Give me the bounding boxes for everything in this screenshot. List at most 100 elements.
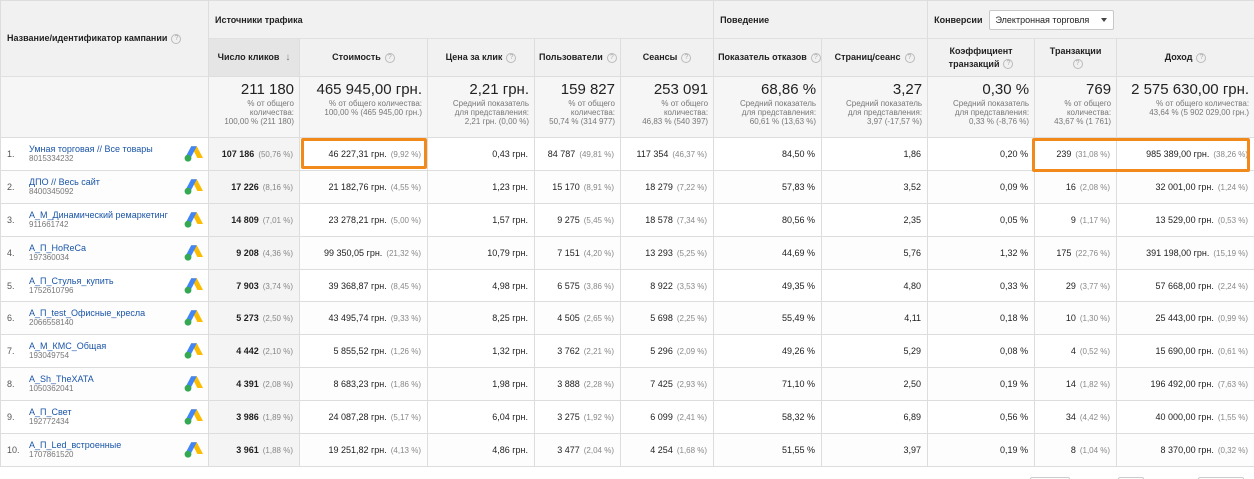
bounce-column-header[interactable]: Показатель отказов? xyxy=(713,38,823,77)
sessions-percent: (2,93 %) xyxy=(676,380,708,390)
table-row[interactable]: 10. А_П_Led_встроенные 1707861520 3 961 (1,8… xyxy=(0,433,1254,467)
users-value: 4 505 xyxy=(557,313,580,324)
summary-note: для представления: xyxy=(954,108,1030,117)
cost-value: 46 227,31 грн. xyxy=(328,148,387,159)
revenue-cell: 391 198,00 грн. (15,19 %) xyxy=(1116,235,1254,270)
revenue-column-header[interactable]: Доход? xyxy=(1116,38,1254,77)
users-value: 84 787 xyxy=(547,148,576,159)
table-row[interactable]: 6. А_П_test_Офисные_кресла 2066558140 5 273… xyxy=(0,301,1254,336)
pages-value: 2,35 xyxy=(903,214,922,225)
revenue-cell: 15 690,00 грн. (0,61 %) xyxy=(1116,334,1254,369)
clicks-value: 17 226 xyxy=(231,181,259,192)
conv-column-label-1: Коэффициент xyxy=(949,45,1013,56)
help-icon[interactable]: ? xyxy=(171,33,182,44)
revenue-cell: 40 000,00 грн. (1,55 %) xyxy=(1116,400,1254,435)
users-cell: 3 275 (1,92 %) xyxy=(534,400,621,435)
campaign-link[interactable]: Умная торговая // Все товары xyxy=(29,144,182,154)
campaign-id: 1752610796 xyxy=(29,285,74,295)
behavior-group: Поведение xyxy=(713,0,929,39)
cpc-cell: 4,86 грн. xyxy=(427,433,535,467)
help-icon[interactable]: ? xyxy=(606,52,617,63)
users-column-header[interactable]: Пользователи? xyxy=(534,38,621,77)
pages-value: 6,89 xyxy=(903,412,922,423)
summary-note: 50,74 % (314 977) xyxy=(549,117,615,126)
cost-column-header[interactable]: Стоимость? xyxy=(299,38,428,77)
summary-pages: 3,27 Средний показатель для представления:… xyxy=(821,76,929,138)
table-row[interactable]: 1. Умная торговая // Все товары 8015334232… xyxy=(0,137,1254,171)
sessions-cell: 6 099 (2,41 %) xyxy=(619,400,715,435)
help-icon[interactable]: ? xyxy=(384,52,395,63)
pages-column-header[interactable]: Страниц/сеанс? xyxy=(821,38,929,77)
summary-note: % от общего xyxy=(568,99,615,108)
clicks-percent: (8,16 %) xyxy=(262,182,293,192)
sessions-cell: 8 922 (3,53 %) xyxy=(619,268,715,303)
revenue-column-label: Доход xyxy=(1164,52,1193,62)
cost-value: 24 087,28 грн. xyxy=(328,412,387,423)
row-number: 8. xyxy=(7,379,15,390)
summary-cpc: 2,21 грн. Средний показатель для представл… xyxy=(427,76,535,138)
conv-cell: 0,19 % xyxy=(927,433,1036,467)
users-cell: 4 505 (2,65 %) xyxy=(534,301,621,336)
help-icon[interactable]: ? xyxy=(681,52,692,63)
table-row[interactable]: 7. А_М_КМС_Общая 193049754 4 442 (2,10 %) 5 8… xyxy=(0,334,1254,369)
table-row[interactable]: 4. А_П_HoReCa 197360034 9 208 (4,36 %) 99 350… xyxy=(0,235,1254,270)
help-icon[interactable]: ? xyxy=(506,52,517,63)
summary-note: 2,21 грн. (0,00 %) xyxy=(464,117,529,126)
sessions-percent: (3,53 %) xyxy=(676,281,708,291)
transactions-cell: 34 (4,42 %) xyxy=(1034,400,1118,435)
help-icon[interactable]: ? xyxy=(1072,59,1083,70)
table-row[interactable]: 5. А_П_Стулья_купить 1752610796 7 903 (3,74 … xyxy=(0,268,1254,303)
google-ads-icon xyxy=(184,244,203,261)
conv-column-header[interactable]: Коэффициент транзакций? xyxy=(927,38,1036,77)
help-icon[interactable]: ? xyxy=(810,52,821,63)
campaign-column-header[interactable]: Название/идентификатор кампании? xyxy=(0,0,209,77)
conv-value: 0,09 % xyxy=(1000,181,1029,192)
transactions-percent: (1,30 %) xyxy=(1079,314,1111,324)
campaign-link[interactable]: А_М_КМС_Общая xyxy=(29,341,182,351)
cost-value: 39 368,87 грн. xyxy=(328,280,387,291)
sessions-column-header[interactable]: Сеансы? xyxy=(619,38,715,77)
transactions-value: 8 xyxy=(1070,444,1076,455)
google-ads-icon xyxy=(184,146,203,162)
campaign-link[interactable]: А_П_test_Офисные_кресла xyxy=(29,308,182,318)
summary-note: для представления: xyxy=(741,108,817,117)
sort-down-arrow-icon[interactable]: ↓ xyxy=(285,52,290,63)
pages-cell: 5,76 xyxy=(821,235,929,270)
summary-cost: 465 945,00 грн.% от общего количества: 10… xyxy=(299,76,428,138)
table-row[interactable]: 8. А_Sh_TheXATA 1050362041 4 391 (2,08 %) 8 6… xyxy=(0,367,1254,402)
sessions-cell: 5 698 (2,25 %) xyxy=(619,301,715,336)
clicks-value: 107 186 xyxy=(221,148,255,159)
summary-transactions: 769% от общего количества: 43,67 % (1 761) xyxy=(1034,76,1118,138)
transactions-value: 14 xyxy=(1065,379,1076,390)
cpc-value: 8,25 грн. xyxy=(492,313,528,324)
cost-percent: (5,17 %) xyxy=(390,413,421,423)
conversion-type-select[interactable]: Электронная торговля xyxy=(988,9,1115,30)
campaign-cell: 9. А_П_Свет 192772434 xyxy=(0,400,209,435)
users-value: 3 275 xyxy=(557,412,580,423)
clicks-column-header[interactable]: Число кликов ↓ xyxy=(208,38,300,77)
campaign-link[interactable]: ДПО // Весь сайт xyxy=(29,177,182,187)
transactions-value: 4 xyxy=(1070,346,1076,357)
campaign-link[interactable]: А_П_Свет xyxy=(29,407,182,417)
table-row[interactable]: 9. А_П_Свет 192772434 3 986 (1,89 %) 24 087,2… xyxy=(0,400,1254,435)
campaign-link[interactable]: А_П_Led_встроенные xyxy=(29,440,182,450)
summary-note: Средний показатель xyxy=(845,99,923,108)
campaign-column-label: Название/идентификатор кампании xyxy=(7,33,168,44)
campaign-link[interactable]: А_Sh_TheXATA xyxy=(29,374,182,384)
google-ads-icon xyxy=(184,442,203,458)
pages-value: 4,11 xyxy=(904,313,922,324)
cpc-cell: 1,23 грн. xyxy=(427,169,535,204)
table-row[interactable]: 2. ДПО // Весь сайт 8400345092 17 226 (8,16 … xyxy=(0,169,1254,204)
help-icon[interactable]: ? xyxy=(1196,52,1207,63)
campaign-link[interactable]: А_П_Стулья_купить xyxy=(29,276,182,286)
cpc-column-header[interactable]: Цена за клик? xyxy=(427,38,535,77)
campaign-link[interactable]: А_П_HoReCa xyxy=(29,243,182,253)
help-icon[interactable]: ? xyxy=(904,52,915,63)
google-ads-icon xyxy=(184,409,203,425)
transactions-column-header[interactable]: Транзакции? xyxy=(1034,38,1118,77)
summary-value: 68,86 % xyxy=(761,81,817,98)
help-icon[interactable]: ? xyxy=(1003,59,1014,70)
cpc-value: 4,86 грн. xyxy=(492,444,528,455)
table-row[interactable]: 3. А_М_Динамический ремаркетинг 911661742 1… xyxy=(0,202,1254,237)
campaign-link[interactable]: А_М_Динамический ремаркетинг xyxy=(29,210,182,220)
